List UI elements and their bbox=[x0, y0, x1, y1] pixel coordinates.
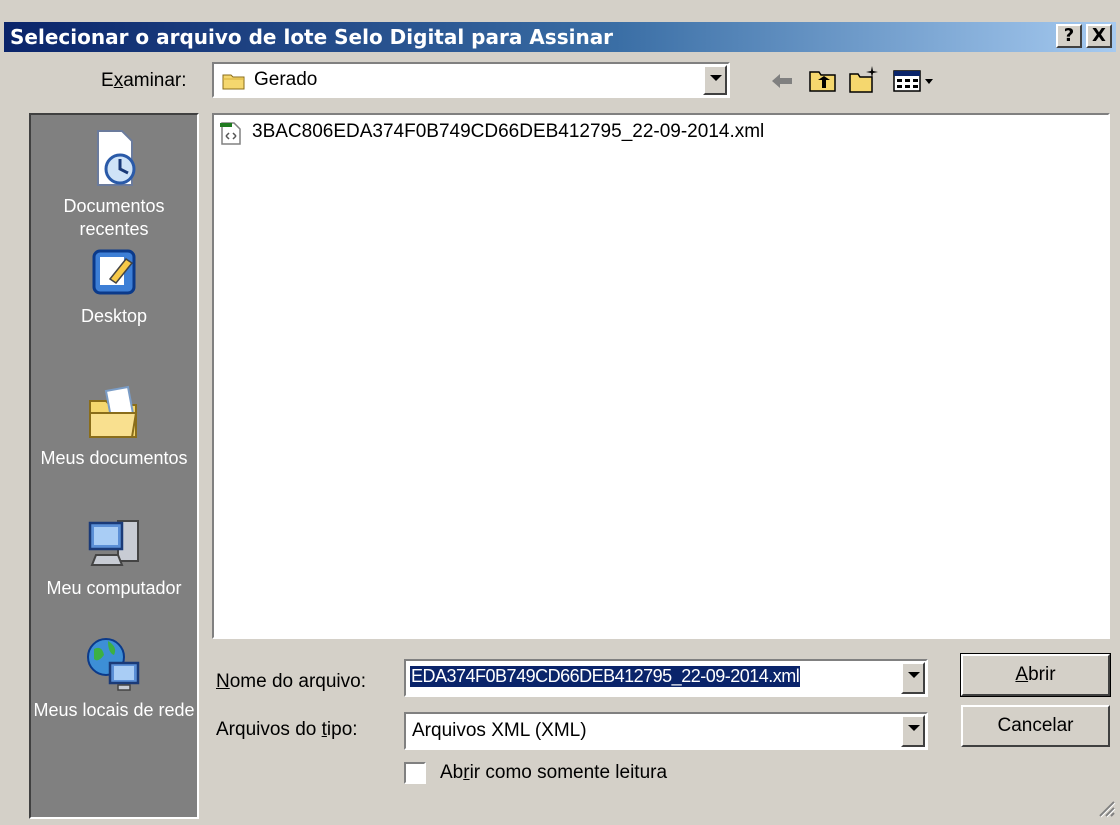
place-label: Meus locais de rede bbox=[33, 700, 195, 720]
place-label: Meus documentos bbox=[40, 448, 188, 468]
place-my-computer[interactable]: Meu computador bbox=[31, 513, 197, 600]
recent-documents-icon bbox=[97, 130, 136, 186]
help-button[interactable]: ? bbox=[1056, 24, 1082, 48]
look-in-label: Examinar: bbox=[101, 70, 187, 91]
place-recent-documents[interactable]: Documentos recentes bbox=[31, 127, 197, 241]
resize-grip-icon[interactable] bbox=[1094, 796, 1116, 818]
new-folder-icon bbox=[849, 66, 878, 93]
place-network-places[interactable]: Meus locais de rede bbox=[31, 635, 197, 722]
back-arrow-icon bbox=[772, 74, 792, 88]
file-name-dropdown-button[interactable] bbox=[901, 662, 925, 694]
file-name: 3BAC806EDA374F0B749CD66DEB412795_22-09-2… bbox=[252, 121, 765, 142]
place-label: Meu computador bbox=[46, 578, 182, 598]
file-name-input[interactable]: EDA374F0B749CD66DEB412795_22-09-2014.xml bbox=[404, 659, 928, 697]
up-folder-button[interactable] bbox=[808, 66, 838, 94]
view-menu-button[interactable] bbox=[892, 68, 938, 94]
place-my-documents[interactable]: Meus documentos bbox=[31, 383, 197, 470]
up-folder-icon bbox=[809, 71, 836, 92]
readonly-checkbox[interactable] bbox=[404, 762, 426, 784]
open-button[interactable]: Abrir bbox=[960, 653, 1111, 697]
places-bar: Documentos recentes Desktop Meus documen… bbox=[29, 113, 199, 819]
look-in-value: Gerado bbox=[254, 69, 318, 90]
file-list[interactable]: 3BAC806EDA374F0B749CD66DEB412795_22-09-2… bbox=[212, 113, 1110, 639]
folder-icon bbox=[222, 74, 245, 90]
desktop-icon bbox=[92, 249, 136, 295]
file-type-dropdown-button[interactable] bbox=[901, 715, 925, 747]
my-computer-icon bbox=[88, 520, 139, 566]
close-button[interactable]: X bbox=[1086, 24, 1112, 48]
readonly-label: Abrir como somente leitura bbox=[440, 762, 668, 783]
place-desktop[interactable]: Desktop bbox=[31, 245, 197, 328]
file-type-label: Arquivos do tipo: bbox=[216, 719, 358, 740]
file-type-value: Arquivos XML (XML) bbox=[412, 720, 587, 741]
my-documents-icon bbox=[89, 385, 138, 438]
look-in-dropdown[interactable]: Gerado bbox=[212, 62, 730, 98]
place-label: Desktop bbox=[80, 306, 148, 326]
view-menu-icon bbox=[893, 70, 933, 92]
title-bar[interactable]: Selecionar o arquivo de lote Selo Digita… bbox=[4, 22, 1116, 52]
network-places-icon bbox=[87, 638, 140, 691]
open-file-dialog: Selecionar o arquivo de lote Selo Digita… bbox=[0, 0, 1120, 825]
xml-file-icon bbox=[220, 122, 241, 145]
cancel-button[interactable]: Cancelar bbox=[961, 705, 1110, 747]
place-label: Documentos recentes bbox=[63, 196, 165, 239]
file-name-value: EDA374F0B749CD66DEB412795_22-09-2014.xml bbox=[410, 666, 801, 687]
new-folder-button[interactable] bbox=[848, 64, 880, 94]
back-button[interactable] bbox=[768, 68, 796, 94]
file-name-label: Nome do arquivo: bbox=[216, 671, 366, 692]
file-type-dropdown[interactable]: Arquivos XML (XML) bbox=[404, 712, 928, 750]
dialog-title: Selecionar o arquivo de lote Selo Digita… bbox=[10, 25, 614, 49]
look-in-dropdown-button[interactable] bbox=[703, 65, 727, 95]
